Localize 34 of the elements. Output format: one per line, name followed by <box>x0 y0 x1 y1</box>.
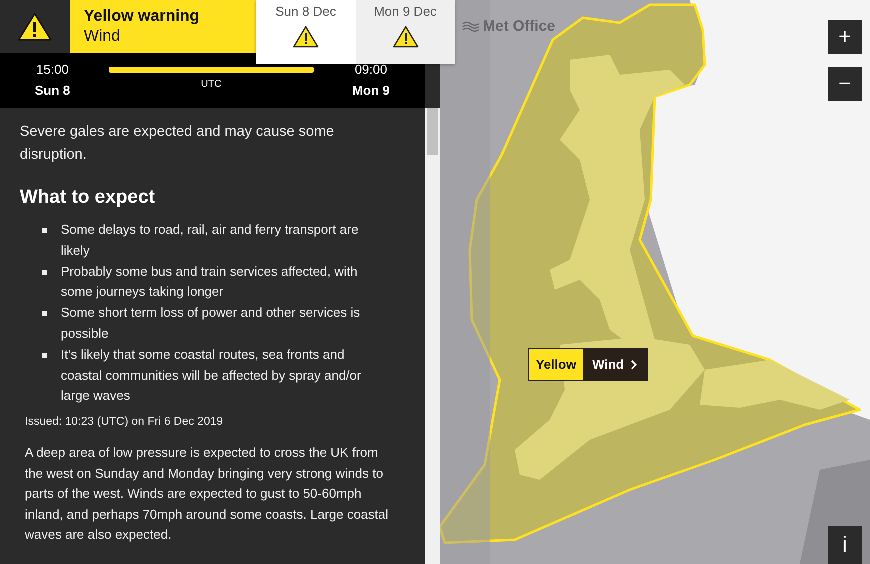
warning-icon <box>17 12 53 42</box>
warning-type-link[interactable]: Wind <box>583 349 648 380</box>
start-time: 15:00 <box>36 62 69 77</box>
bullet-icon <box>42 311 47 316</box>
expectation-text: Probably some bus and train services affected, with some journeys taking longer <box>61 262 359 302</box>
expectation-text: Some delays to road, rail, air and ferry transport are likely <box>61 221 360 260</box>
start-day: Sun 8 <box>35 83 70 98</box>
warning-icon <box>392 25 420 49</box>
warning-type: Wind <box>84 28 122 46</box>
section-heading: What to expect <box>20 186 156 210</box>
zoom-out-button[interactable]: − <box>828 67 862 101</box>
end-time: 09:00 <box>354 62 388 77</box>
day-tab[interactable]: Mon 9 Dec <box>356 0 455 64</box>
attribution-logo: Met Office <box>483 18 556 35</box>
expectation-text: It’s likely that some coastal routes, sea fronts and coastal communities will be affected by spray and/or large waves <box>61 346 362 406</box>
warning-title: Yellow warning <box>84 8 201 26</box>
day-tab[interactable]: Sun 8 Dec <box>256 0 356 64</box>
info-button[interactable]: i <box>828 526 862 564</box>
issued-text: Issued: 10:23 (UTC) on Fri 6 Dec 2019 <box>25 415 224 430</box>
warning-level-tag[interactable]: Yellow <box>529 349 584 380</box>
bullet-icon <box>42 228 47 233</box>
details-text: A deep area of low pressure is expected to cross the UK from the west on Sunday and Monday bringing very strong winds to parts of the west. Winds are expected to gust to 50-60mph inland, and perhaps 70mph around some coasts. Large coastal waves are also expected. <box>25 444 390 544</box>
zoom-in-button[interactable]: + <box>828 20 862 54</box>
timezone-label: UTC <box>201 79 222 90</box>
summary-text: Severe gales are expected and may cause some disruption. <box>20 123 336 165</box>
bullet-icon <box>42 352 47 358</box>
expectation-text: Some short term loss of power and other services is possible <box>61 304 362 343</box>
waves-icon <box>462 20 480 32</box>
chevron-icon <box>630 360 638 370</box>
end-day: Mon 9 <box>352 83 390 98</box>
scrollbar-thumb[interactable] <box>427 108 438 155</box>
warning-icon <box>292 25 320 49</box>
scrollbar[interactable] <box>425 108 440 564</box>
bullet-icon <box>42 270 47 275</box>
